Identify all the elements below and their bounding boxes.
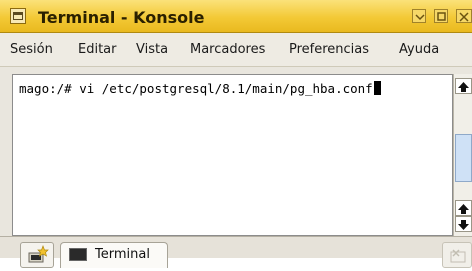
- scroll-up-button[interactable]: [455, 78, 472, 94]
- minimize-button[interactable]: [412, 9, 426, 23]
- arrow-down-icon: [458, 220, 469, 230]
- terminal-line: mago:/# vi /etc/postgresql/8.1/main/pg_h…: [19, 81, 381, 96]
- maximize-button[interactable]: [434, 9, 448, 23]
- menu-sesion[interactable]: Sesión: [10, 42, 53, 57]
- arrow-up-icon: [458, 82, 469, 92]
- close-button[interactable]: [456, 9, 472, 23]
- terminal-view[interactable]: mago:/# vi /etc/postgresql/8.1/main/pg_h…: [12, 74, 453, 236]
- close-session-button[interactable]: [442, 242, 472, 268]
- scroll-down-button[interactable]: [455, 216, 472, 232]
- arrow-up-icon: [458, 204, 469, 214]
- title-bar[interactable]: Terminal - Konsole: [0, 0, 472, 33]
- maximize-icon: [437, 12, 446, 21]
- window-title: Terminal - Konsole: [38, 8, 205, 27]
- menu-marcadores[interactable]: Marcadores: [190, 42, 265, 57]
- vertical-scrollbar[interactable]: [453, 74, 472, 236]
- menu-editar[interactable]: Editar: [78, 42, 117, 57]
- text-cursor: [373, 81, 381, 95]
- command-text: mago:/# vi /etc/postgresql/8.1/main/pg_h…: [19, 81, 373, 96]
- close-session-icon: [450, 249, 466, 263]
- minimize-icon: [415, 14, 425, 21]
- menu-ayuda[interactable]: Ayuda: [399, 42, 439, 57]
- konsole-window: Terminal - Konsole Sesión Editar Vista M…: [0, 0, 472, 268]
- menu-vista[interactable]: Vista: [136, 42, 168, 57]
- scroll-up-button-lower[interactable]: [455, 200, 472, 216]
- tab-label: Terminal: [95, 247, 150, 262]
- menu-bar: Sesión Editar Vista Marcadores Preferenc…: [0, 33, 472, 67]
- tab-terminal[interactable]: Terminal: [60, 242, 168, 268]
- konsole-app-icon[interactable]: [10, 8, 26, 24]
- terminal-icon: [69, 248, 87, 261]
- menu-preferencias[interactable]: Preferencias: [289, 42, 369, 57]
- close-icon: [459, 12, 469, 22]
- scrollbar-thumb[interactable]: [455, 134, 472, 182]
- new-session-icon: [28, 245, 49, 263]
- new-session-button[interactable]: [20, 242, 54, 268]
